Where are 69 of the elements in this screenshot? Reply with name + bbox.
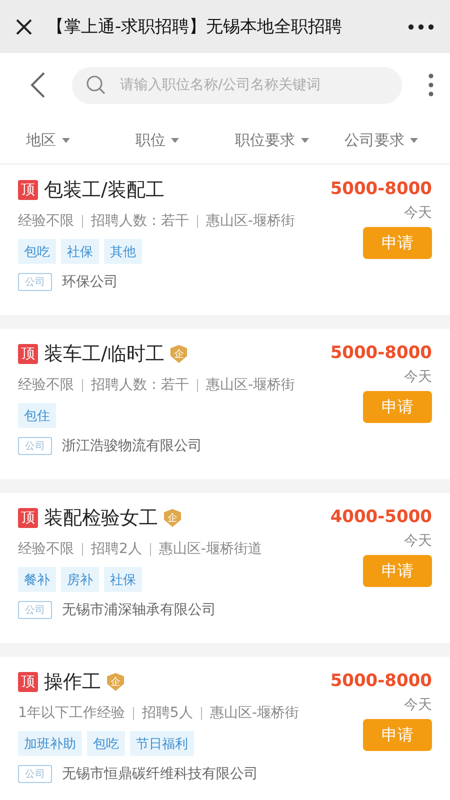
- top-badge: 顶: [18, 508, 38, 528]
- search-input[interactable]: 请输入职位名称/公司名称关键词: [118, 76, 388, 94]
- job-detail: 经验不限: [18, 212, 74, 230]
- company-label: 公司: [18, 601, 52, 619]
- job-title: 包装工/装配工: [44, 178, 164, 203]
- top-badge: 顶: [18, 672, 38, 692]
- benefit-tag: 加班补助: [18, 731, 82, 756]
- job-card[interactable]: 顶 包装工/装配工 经验不限 招聘人数：若干 惠山区-堰桥街 包吃 社保 其他 公司 环保公司 5000-8000 今天 申请: [0, 165, 450, 315]
- salary: 5000-8000: [330, 343, 432, 363]
- more-vertical-icon[interactable]: [428, 73, 434, 97]
- search-field[interactable]: 请输入职位名称/公司名称关键词: [72, 66, 402, 104]
- verified-badge: 企: [164, 509, 181, 527]
- job-detail: 惠山区-堰桥街: [210, 704, 299, 722]
- post-date: 今天: [404, 532, 432, 550]
- job-card[interactable]: 顶 操作工 企 1年以下工作经验 招聘5人 惠山区-堰桥街 加班补助 包吃 节日福利 公司 无锡市恒鼎碳纤维科技有限公司 5000-8000 今天 申请: [0, 657, 450, 800]
- page-title: 【掌上通-求职招聘】无锡本地全职招聘: [47, 16, 344, 38]
- company-label: 公司: [18, 273, 52, 291]
- caret-icon: [301, 138, 309, 142]
- job-detail: 招聘2人: [91, 540, 142, 558]
- job-title: 装配检验女工: [44, 506, 158, 531]
- benefit-tag: 社保: [104, 567, 142, 592]
- search-icon: [86, 75, 106, 95]
- company-label: 公司: [18, 437, 52, 455]
- benefit-tag: 节日福利: [130, 731, 194, 756]
- job-detail: 1年以下工作经验: [18, 704, 125, 722]
- job-detail: 招聘人数：若干: [91, 212, 189, 230]
- job-detail: 惠山区-堰桥街: [206, 212, 296, 230]
- filter-dropdown[interactable]: 地区: [26, 130, 70, 150]
- benefit-tag: 社保: [61, 239, 99, 264]
- close-icon[interactable]: [15, 18, 33, 36]
- job-title: 操作工: [44, 670, 101, 695]
- job-detail: 招聘5人: [142, 704, 193, 722]
- salary: 5000-8000: [330, 671, 432, 691]
- top-badge: 顶: [18, 180, 38, 200]
- caret-icon: [171, 138, 180, 142]
- caret-icon: [410, 138, 418, 142]
- post-date: 今天: [404, 368, 432, 386]
- salary: 4000-5000: [330, 507, 432, 527]
- filter-dropdown[interactable]: 职位: [135, 130, 180, 150]
- benefit-tag: 餐补: [18, 567, 56, 592]
- company-name: 浙江浩骏物流有限公司: [62, 437, 202, 455]
- benefit-tag: 包吃: [87, 731, 125, 756]
- benefit-tag: 包吃: [18, 239, 56, 264]
- salary: 5000-8000: [330, 179, 432, 199]
- verified-badge: 企: [170, 345, 188, 363]
- caret-icon: [62, 138, 70, 142]
- job-title: 装车工/临时工: [44, 342, 164, 367]
- company-name: 无锡市恒鼎碳纤维科技有限公司: [62, 765, 258, 783]
- filter-dropdown[interactable]: 职位要求: [235, 130, 309, 150]
- benefit-tag: 包住: [18, 403, 56, 428]
- company-name: 环保公司: [62, 273, 118, 291]
- benefit-tag: 房补: [61, 567, 99, 592]
- job-detail: 招聘人数：若干: [91, 376, 189, 394]
- top-badge: 顶: [18, 344, 38, 364]
- job-detail: 惠山区-堰桥街道: [158, 540, 262, 558]
- job-card[interactable]: 顶 装车工/临时工 企 经验不限 招聘人数：若干 惠山区-堰桥街 包住 公司 浙江浩骏物流有限公司 5000-8000 今天 申请: [0, 329, 450, 479]
- company-name: 无锡市浦深轴承有限公司: [62, 601, 216, 619]
- job-detail: 经验不限: [18, 376, 74, 394]
- filter-dropdown[interactable]: 公司要求: [344, 130, 418, 150]
- more-icon[interactable]: [408, 24, 434, 30]
- back-icon[interactable]: [30, 71, 46, 99]
- post-date: 今天: [404, 696, 432, 714]
- benefit-tag: 其他: [104, 239, 142, 264]
- company-label: 公司: [18, 765, 52, 783]
- verified-badge: 企: [107, 673, 124, 691]
- job-detail: 经验不限: [18, 540, 74, 558]
- post-date: 今天: [404, 204, 432, 222]
- job-detail: 惠山区-堰桥街: [206, 376, 296, 394]
- job-card[interactable]: 顶 装配检验女工 企 经验不限 招聘2人 惠山区-堰桥街道 餐补 房补 社保 公司 无锡市浦深轴承有限公司 4000-5000 今天 申请: [0, 493, 450, 643]
